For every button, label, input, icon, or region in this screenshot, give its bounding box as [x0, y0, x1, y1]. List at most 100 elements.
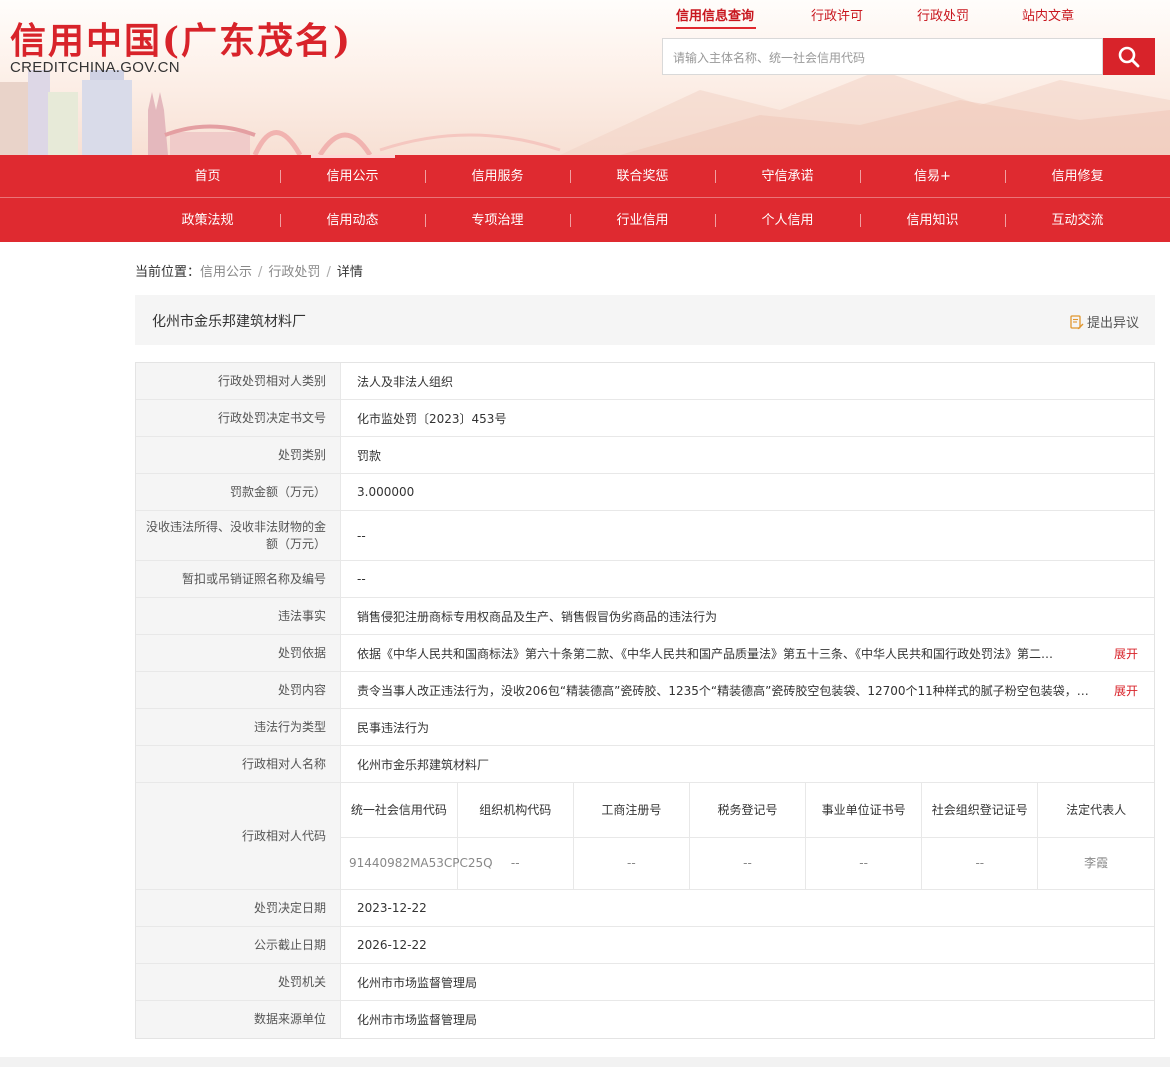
expand-content-link[interactable]: 展开 [1114, 682, 1138, 699]
code-value-cell: -- [689, 837, 807, 889]
detail-label: 暂扣或吊销证照名称及编号 [136, 561, 341, 597]
detail-row-penalty-content: 处罚内容 责令当事人改正违法行为，没收206包“精装德高”瓷砖胶、1235个“精… [136, 672, 1154, 709]
detail-value: -- [357, 572, 366, 586]
detail-row-decision-date: 处罚决定日期 2023-12-22 [136, 890, 1154, 927]
penalty-detail-table: 行政处罚相对人类别 法人及非法人组织 行政处罚决定书文号 化市监处罚〔2023〕… [135, 362, 1155, 1039]
detail-value: 责令当事人改正违法行为，没收206包“精装德高”瓷砖胶、1235个“精装德高”瓷… [357, 683, 1089, 698]
nav-active-indicator [311, 155, 395, 158]
nav-item-credit-commitment[interactable]: 守信承诺 [715, 155, 860, 198]
detail-label: 行政处罚决定书文号 [136, 400, 341, 436]
detail-label: 行政处罚相对人类别 [136, 363, 341, 399]
top-link-credit-query[interactable]: 信用信息查询 [676, 5, 754, 24]
site-logo[interactable]: 信用中国(广东茂名) [10, 12, 352, 64]
page-title: 化州市金乐邦建筑材料厂 [152, 314, 306, 330]
nav-item-industry-credit[interactable]: 行业信用 [570, 199, 715, 242]
breadcrumb-separator: / [326, 265, 331, 280]
detail-row-confiscation-amount: 没收违法所得、没收非法财物的金额（万元） -- [136, 511, 1154, 561]
detail-label: 行政相对人代码 [136, 783, 341, 889]
detail-value-wrap: 3.000000 [341, 474, 1154, 510]
detail-label: 违法行为类型 [136, 709, 341, 745]
active-link-underline [676, 27, 756, 29]
search-icon [1118, 46, 1140, 68]
code-value-cell: 91440982MA53CPC25Q [341, 837, 493, 889]
code-value-cell: -- [921, 837, 1039, 889]
search-button[interactable] [1103, 38, 1155, 75]
detail-label: 行政相对人名称 [136, 746, 341, 782]
party-code-table: 统一社会信用代码 组织机构代码 工商注册号 税务登记号 事业单位证书号 社会组织… [341, 783, 1154, 889]
nav-item-credit-knowledge[interactable]: 信用知识 [860, 199, 1005, 242]
nav-item-credit-news[interactable]: 信用动态 [280, 199, 425, 242]
edit-document-icon [1070, 315, 1084, 330]
breadcrumb-admin-penalty[interactable]: 行政处罚 [268, 265, 320, 280]
detail-value: 化州市市场监督管理局 [357, 975, 478, 990]
detail-row-penalty-category: 处罚类别 罚款 [136, 437, 1154, 474]
code-header-cell: 工商注册号 [573, 783, 690, 838]
detail-label: 数据来源单位 [136, 1001, 341, 1038]
detail-value: 3.000000 [357, 485, 415, 499]
top-link-admin-penalty[interactable]: 行政处罚 [917, 5, 969, 24]
code-header-cell: 事业单位证书号 [805, 783, 923, 838]
site-domain: CREDITCHINA.GOV.CN [10, 59, 180, 76]
detail-value-wrap: 统一社会信用代码 组织机构代码 工商注册号 税务登记号 事业单位证书号 社会组织… [341, 783, 1154, 889]
detail-value: -- [357, 528, 366, 543]
detail-label: 处罚依据 [136, 635, 341, 671]
nav-item-joint-reward-punish[interactable]: 联合奖惩 [570, 155, 715, 198]
detail-value-wrap: 依据《中华人民共和国商标法》第六十条第二款、《中华人民共和国产品质量法》第五十三… [341, 635, 1154, 671]
detail-label: 罚款金额（万元） [136, 474, 341, 510]
code-value-cell: 李霞 [1084, 856, 1109, 871]
search-input[interactable]: 请输入主体名称、统一社会信用代码 [662, 38, 1103, 75]
detail-value: 依据《中华人民共和国商标法》第六十条第二款、《中华人民共和国产品质量法》第五十三… [357, 646, 1054, 661]
detail-value-wrap: -- [341, 511, 1154, 560]
nav-item-policy-regulations[interactable]: 政策法规 [135, 199, 280, 242]
nav-item-credit-repair[interactable]: 信用修复 [1005, 155, 1150, 198]
breadcrumb-credit-publicity[interactable]: 信用公示 [200, 265, 252, 280]
detail-value-wrap: 2026-12-22 [341, 927, 1154, 963]
detail-row-publicity-deadline: 公示截止日期 2026-12-22 [136, 927, 1154, 964]
top-link-admin-license[interactable]: 行政许可 [811, 5, 863, 24]
nav-item-credit-publicity[interactable]: 信用公示 [280, 155, 425, 198]
top-link-site-articles[interactable]: 站内文章 [1022, 5, 1074, 24]
nav-item-xinyi-plus[interactable]: 信易+ [860, 155, 1005, 198]
detail-row-penalty-authority: 处罚机关 化州市市场监督管理局 [136, 964, 1154, 1001]
site-header: 信用中国(广东茂名) CREDITCHINA.GOV.CN 信用信息查询 行政许… [0, 0, 1170, 155]
breadcrumb-current: 详情 [336, 265, 363, 280]
detail-row-violation-facts: 违法事实 销售侵犯注册商标专用权商品及生产、销售假冒伪劣商品的违法行为 [136, 598, 1154, 635]
nav-item-credit-service[interactable]: 信用服务 [425, 155, 570, 198]
detail-row-data-source: 数据来源单位 化州市市场监督管理局 [136, 1001, 1154, 1038]
code-header-cell: 组织机构代码 [457, 783, 574, 838]
detail-value: 化州市金乐邦建筑材料厂 [357, 757, 490, 772]
detail-row-decision-number: 行政处罚决定书文号 化市监处罚〔2023〕453号 [136, 400, 1154, 437]
detail-label: 处罚决定日期 [136, 890, 341, 926]
detail-value: 化市监处罚〔2023〕453号 [357, 411, 507, 426]
nav-item-special-governance[interactable]: 专项治理 [425, 199, 570, 242]
detail-label: 违法事实 [136, 598, 341, 634]
nav-item-interaction[interactable]: 互动交流 [1005, 199, 1150, 242]
raise-objection-label: 提出异议 [1086, 316, 1139, 331]
nav-row-2: 政策法规 信用动态 专项治理 行业信用 个人信用 信用知识 互动交流 [135, 199, 1155, 242]
detail-row-party-codes: 行政相对人代码 统一社会信用代码 组织机构代码 工商注册号 税务登记号 事业单位… [136, 783, 1154, 890]
expand-basis-link[interactable]: 展开 [1114, 645, 1138, 662]
main-navigation: 首页 信用公示 信用服务 联合奖惩 守信承诺 信易+ 信用修复 政策法规 信用动… [0, 155, 1170, 242]
code-header-cell: 社会组织登记证号 [921, 783, 1039, 838]
code-header-cell: 法定代表人 [1037, 783, 1154, 838]
detail-value-wrap: 化州市市场监督管理局 [341, 1001, 1154, 1038]
detail-row-party-type: 行政处罚相对人类别 法人及非法人组织 [136, 363, 1154, 400]
detail-value: 2026-12-22 [357, 938, 427, 952]
top-quick-links: 信用信息查询 行政许可 行政处罚 站内文章 [655, 5, 1155, 27]
detail-value-wrap: 2023-12-22 [341, 890, 1154, 926]
code-table-header: 统一社会信用代码 组织机构代码 工商注册号 税务登记号 事业单位证书号 社会组织… [341, 783, 1154, 838]
detail-value-wrap: 民事违法行为 [341, 709, 1154, 745]
nav-item-home[interactable]: 首页 [135, 155, 280, 198]
raise-objection-button[interactable]: 提出异议 [1070, 312, 1139, 331]
code-header-cell: 统一社会信用代码 [341, 783, 458, 838]
detail-row-party-name: 行政相对人名称 化州市金乐邦建筑材料厂 [136, 746, 1154, 783]
detail-value: 销售侵犯注册商标专用权商品及生产、销售假冒伪劣商品的违法行为 [357, 609, 718, 624]
detail-value-wrap: 化市监处罚〔2023〕453号 [341, 400, 1154, 436]
detail-value: 化州市市场监督管理局 [357, 1013, 478, 1027]
detail-value: 民事违法行为 [357, 720, 430, 735]
nav-item-personal-credit[interactable]: 个人信用 [715, 199, 860, 242]
detail-row-penalty-basis: 处罚依据 依据《中华人民共和国商标法》第六十条第二款、《中华人民共和国产品质量法… [136, 635, 1154, 672]
code-header-cell: 税务登记号 [689, 783, 807, 838]
detail-value: 罚款 [357, 448, 382, 463]
nav-row-1: 首页 信用公示 信用服务 联合奖惩 守信承诺 信易+ 信用修复 [135, 155, 1155, 198]
